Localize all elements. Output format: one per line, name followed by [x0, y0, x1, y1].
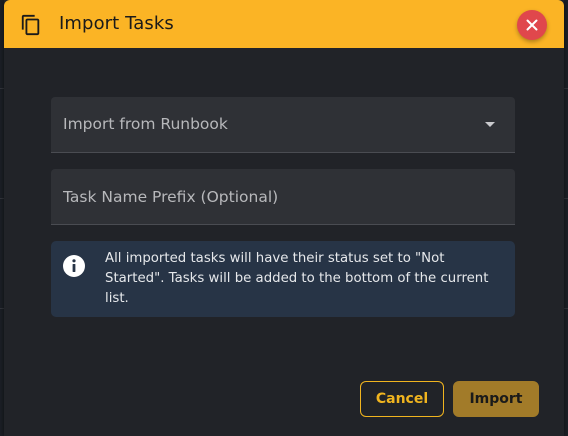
cancel-button[interactable]: Cancel: [360, 381, 444, 417]
dialog-header: Import Tasks: [4, 0, 564, 48]
chevron-down-icon[interactable]: [485, 122, 495, 127]
dialog-title: Import Tasks: [59, 13, 174, 34]
import-tasks-dialog: Import Tasks Import from Runbook All imp…: [4, 0, 564, 436]
info-icon: [62, 254, 86, 278]
task-prefix-input[interactable]: [51, 169, 515, 224]
info-alert: All imported tasks will have their statu…: [51, 241, 515, 317]
copy-icon: [20, 14, 42, 36]
close-icon: [526, 19, 538, 31]
close-button[interactable]: [517, 10, 547, 40]
import-button[interactable]: Import: [453, 381, 539, 417]
info-message: All imported tasks will have their statu…: [105, 251, 489, 306]
runbook-select[interactable]: Import from Runbook: [51, 97, 515, 153]
task-prefix-field[interactable]: [51, 169, 515, 225]
runbook-select-label: Import from Runbook: [63, 115, 228, 133]
